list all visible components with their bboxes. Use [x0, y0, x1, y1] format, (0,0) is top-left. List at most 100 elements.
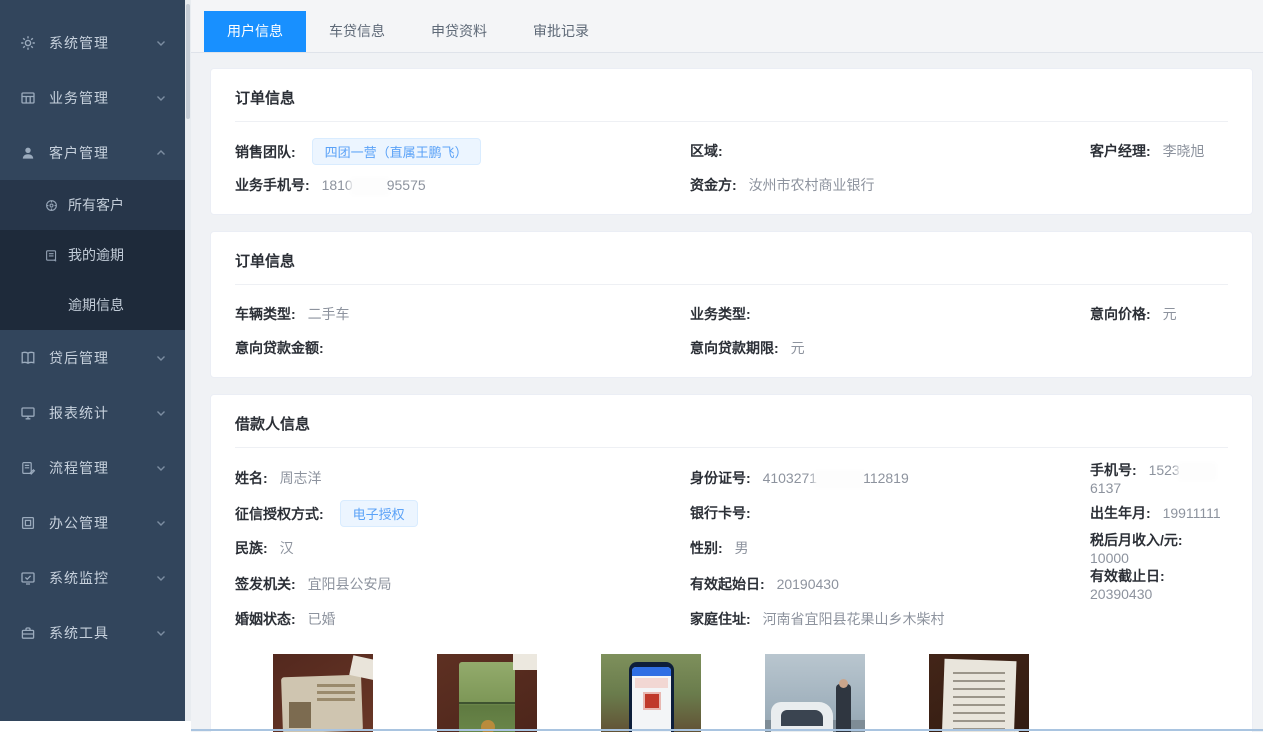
- sidebar-item-system-monitor[interactable]: 系统监控: [0, 550, 185, 605]
- field-label: 家庭住址:: [690, 611, 751, 627]
- field-label: 征信授权方式:: [235, 506, 324, 522]
- sidebar-item-system-tools[interactable]: 系统工具: [0, 605, 185, 660]
- sidebar-item-postloan-mgmt[interactable]: 贷后管理: [0, 330, 185, 385]
- chevron-down-icon: [155, 92, 167, 104]
- chevron-down-icon: [155, 407, 167, 419]
- grid-icon: [20, 90, 36, 106]
- sales-team-tag[interactable]: 四团一营（直属王鹏飞）: [312, 138, 481, 165]
- field-label: 姓名:: [235, 470, 268, 486]
- photo-phone-qr-auth[interactable]: [601, 654, 701, 732]
- customer-mgmt-submenu: 所有客户 我的逾期 逾期信息: [0, 180, 185, 330]
- book-icon: [20, 350, 36, 366]
- field-value: 二手车: [308, 306, 350, 322]
- wheel-icon: [44, 198, 59, 213]
- sidebar: 系统管理 业务管理 客户管理 所有客户: [0, 0, 185, 721]
- sidebar-subitem-my-overdue[interactable]: 我的逾期: [0, 230, 185, 280]
- sidebar-subitem-all-customers[interactable]: 所有客户: [0, 180, 185, 230]
- sidebar-item-report-stats[interactable]: 报表统计: [0, 385, 185, 440]
- field-label: 客户经理:: [1090, 143, 1151, 159]
- field-label: 业务类型:: [690, 306, 751, 322]
- tab-car-loan-info[interactable]: 车贷信息: [306, 11, 408, 52]
- field-label: 业务手机号:: [235, 177, 310, 193]
- field-label: 意向贷款期限:: [690, 340, 779, 356]
- chevron-down-icon: [155, 37, 167, 49]
- sidebar-subitem-label: 逾期信息: [68, 295, 124, 315]
- field-mobile: 手机号: 15236137: [1090, 460, 1228, 496]
- chevron-up-icon: [155, 147, 167, 159]
- field-valid-to: 有效截止日: 20390430: [1090, 566, 1228, 602]
- photo-cell: 授权截图: [601, 654, 701, 732]
- field-label: 民族:: [235, 540, 268, 556]
- sidebar-item-label: 系统工具: [49, 623, 155, 643]
- photo-person-with-car[interactable]: [765, 654, 865, 732]
- field-label: 区域:: [690, 143, 723, 159]
- field-label: 有效起始日:: [690, 576, 765, 592]
- chevron-down-icon: [155, 462, 167, 474]
- sidebar-item-customer-mgmt[interactable]: 客户管理: [0, 125, 185, 180]
- field-loan-term: 意向贷款期限: 元: [690, 338, 1090, 358]
- field-value: 元: [791, 340, 805, 356]
- credit-auth-tag[interactable]: 电子授权: [340, 500, 418, 527]
- field-home-address: 家庭住址: 河南省宜阳县花果山乡木柴村: [690, 609, 1090, 629]
- field-vehicle-type: 车辆类型: 二手车: [235, 304, 690, 324]
- chevron-down-icon: [155, 352, 167, 364]
- scrollbar-thumb[interactable]: [186, 4, 190, 119]
- sidebar-item-label: 报表统计: [49, 403, 155, 423]
- detail-tabbar: 用户信息 车贷信息 申贷资料 审批记录: [191, 0, 1263, 53]
- field-row: 征信授权方式: 电子授权 银行卡号: 出生年月: 19911111: [235, 496, 1228, 530]
- field-label: 销售团队:: [235, 144, 296, 160]
- field-row: 销售团队: 四团一营（直属王鹏飞） 区域: 客户经理: 李晓旭: [235, 134, 1228, 168]
- field-intent-price: 意向价格: 元: [1090, 304, 1228, 324]
- redaction-mask: [353, 180, 387, 193]
- field-valid-from: 有效起始日: 20190430: [690, 574, 1090, 594]
- field-issuing-authority: 签发机关: 宜阳县公安局: [235, 574, 690, 594]
- field-label: 车辆类型:: [235, 306, 296, 322]
- sidebar-item-system-mgmt[interactable]: 系统管理: [0, 15, 185, 70]
- sidebar-item-office-mgmt[interactable]: 办公管理: [0, 495, 185, 550]
- photo-cell: 其他材料: [929, 654, 1029, 732]
- field-label: 意向价格:: [1090, 306, 1151, 322]
- field-row: 姓名: 周志洋 身份证号: 4103271112819 手机号: 1523613…: [235, 460, 1228, 496]
- field-label: 意向贷款金额:: [235, 340, 324, 356]
- field-label: 婚姻状态:: [235, 611, 296, 627]
- field-value: 周志洋: [280, 470, 322, 486]
- photo-cell: 人车图: [765, 654, 865, 732]
- field-label: 有效截止日:: [1090, 568, 1165, 584]
- chevron-down-icon: [155, 627, 167, 639]
- field-loan-amount: 意向贷款金额:: [235, 338, 690, 358]
- field-label: 出生年月:: [1090, 505, 1151, 521]
- field-label: 银行卡号:: [690, 505, 751, 521]
- field-row: 业务手机号: 181095575 资金方: 汝州市农村商业银行: [235, 168, 1228, 202]
- field-value: 汉: [280, 540, 294, 556]
- field-value: 19911111: [1163, 505, 1221, 521]
- field-business-phone: 业务手机号: 181095575: [235, 175, 690, 195]
- field-label: 资金方:: [690, 177, 737, 193]
- field-ethnicity: 民族: 汉: [235, 538, 690, 558]
- photo-id-card[interactable]: [273, 654, 373, 732]
- tab-loan-application-docs[interactable]: 申贷资料: [408, 11, 510, 52]
- field-monthly-income: 税后月收入/元: 10000: [1090, 530, 1228, 566]
- sidebar-item-process-mgmt[interactable]: 流程管理: [0, 440, 185, 495]
- box-icon: [20, 515, 36, 531]
- photo-green-booklet[interactable]: [437, 654, 537, 732]
- sidebar-subitem-label: 所有客户: [68, 195, 124, 215]
- field-label: 手机号:: [1090, 462, 1137, 478]
- chevron-down-icon: [155, 517, 167, 529]
- monitor-check-icon: [20, 570, 36, 586]
- field-value: 李晓旭: [1163, 143, 1205, 159]
- field-account-manager: 客户经理: 李晓旭: [1090, 141, 1228, 161]
- card-title: 订单信息: [235, 87, 1228, 122]
- sidebar-item-business-mgmt[interactable]: 业务管理: [0, 70, 185, 125]
- field-label: 身份证号:: [690, 470, 751, 486]
- tab-user-info[interactable]: 用户信息: [204, 11, 306, 52]
- field-value: 已婚: [308, 611, 336, 627]
- field-value: 20390430: [1090, 586, 1152, 602]
- field-row: 婚姻状态: 已婚 家庭住址: 河南省宜阳县花果山乡木柴村: [235, 602, 1228, 636]
- document-icon: [44, 248, 59, 263]
- photo-handwritten-document[interactable]: [929, 654, 1029, 732]
- tab-approval-records[interactable]: 审批记录: [510, 11, 612, 52]
- bottom-divider: [191, 729, 1263, 731]
- photo-cell: 身份证: [273, 654, 373, 732]
- redaction-mask: [817, 473, 863, 486]
- sidebar-subitem-overdue-info[interactable]: 逾期信息: [0, 280, 185, 330]
